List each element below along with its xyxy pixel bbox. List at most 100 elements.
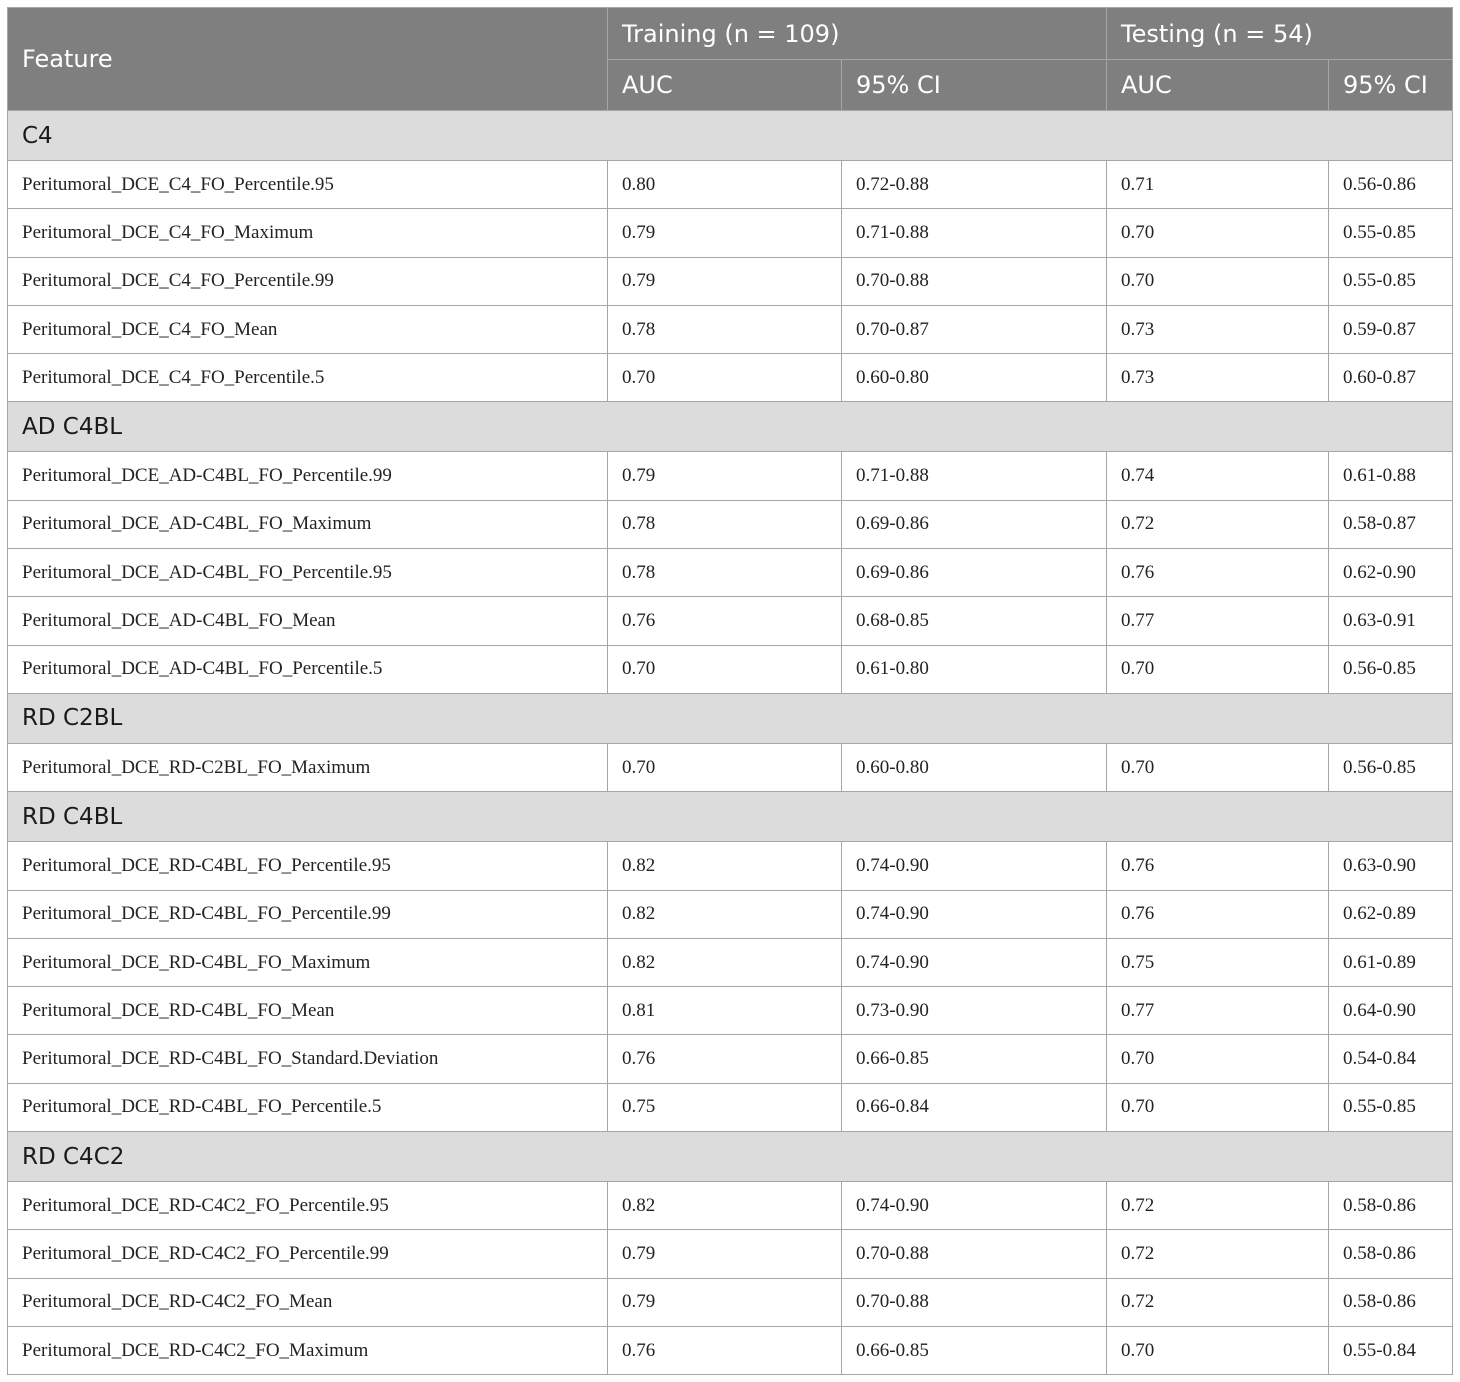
test-ci-cell: 0.55-0.85	[1328, 208, 1454, 258]
test-auc-cell: 0.72	[1106, 1277, 1330, 1327]
feature-cell: Peritumoral_DCE_RD-C4BL_FO_Percentile.99	[7, 889, 608, 939]
test-auc-cell: 0.77	[1106, 986, 1330, 1036]
test-auc-cell: 0.70	[1106, 1082, 1330, 1133]
test-auc-cell: 0.72	[1106, 1229, 1330, 1279]
test-auc-cell: 0.70	[1106, 256, 1330, 306]
header-training-ci: 95% CI	[840, 59, 1108, 111]
train-auc-cell: 0.70	[607, 353, 842, 403]
group-label: RD C4BL	[6, 791, 1454, 843]
train-auc-cell: 0.82	[607, 937, 842, 988]
test-auc-cell: 0.70	[1106, 742, 1330, 793]
table-row: Peritumoral_DCE_C4_FO_Percentile.95 0.80 0…	[7, 159, 1454, 210]
feature-cell: Peritumoral_DCE_AD-C4BL_FO_Percentile.5	[7, 644, 608, 694]
train-auc-cell: 0.79	[607, 1277, 842, 1327]
test-ci-cell: 0.56-0.85	[1328, 742, 1454, 793]
train-ci-cell: 0.70-0.88	[840, 1277, 1108, 1327]
test-ci-cell: 0.58-0.86	[1328, 1229, 1454, 1279]
test-auc-cell: 0.74	[1106, 451, 1330, 501]
header-testing-ci: 95% CI	[1328, 59, 1454, 111]
test-ci-cell: 0.62-0.89	[1328, 889, 1454, 939]
feature-cell: Peritumoral_DCE_RD-C4C2_FO_Percentile.95	[7, 1181, 608, 1231]
table-row: Peritumoral_DCE_RD-C4BL_FO_Percentile.95…	[7, 841, 1454, 891]
test-ci-cell: 0.54-0.84	[1328, 1034, 1454, 1084]
table-header: Feature Training (n = 109) Testing (n = …	[7, 7, 1454, 111]
table-row: Peritumoral_DCE_AD-C4BL_FO_Mean 0.76 0.68-…	[7, 596, 1454, 646]
feature-cell: Peritumoral_DCE_AD-C4BL_FO_Mean	[7, 596, 608, 646]
test-ci-cell: 0.58-0.86	[1328, 1277, 1454, 1327]
train-auc-cell: 0.79	[607, 1229, 842, 1279]
table-row: Peritumoral_DCE_AD-C4BL_FO_Percentile.95…	[7, 548, 1454, 598]
table-row: Peritumoral_DCE_C4_FO_Percentile.5 0.70 0.…	[7, 353, 1454, 403]
train-ci-cell: 0.72-0.88	[840, 159, 1108, 210]
group-label: AD C4BL	[6, 401, 1454, 453]
header-training-auc: AUC	[607, 59, 842, 111]
feature-cell: Peritumoral_DCE_RD-C4BL_FO_Maximum	[7, 937, 608, 988]
train-ci-cell: 0.74-0.90	[840, 1181, 1108, 1231]
group-header-row: RD C2BL	[6, 692, 1454, 744]
table-row: Peritumoral_DCE_RD-C4C2_FO_Percentile.99…	[7, 1229, 1454, 1279]
header-feature: Feature	[7, 7, 608, 111]
test-auc-cell: 0.76	[1106, 889, 1330, 939]
train-ci-cell: 0.60-0.80	[840, 742, 1108, 793]
feature-cell: Peritumoral_DCE_RD-C4C2_FO_Maximum	[7, 1325, 608, 1376]
train-auc-cell: 0.80	[607, 159, 842, 210]
train-auc-cell: 0.76	[607, 596, 842, 646]
table-row: Peritumoral_DCE_RD-C4BL_FO_Percentile.5 0…	[7, 1082, 1454, 1133]
group-header-row: RD C4C2	[6, 1131, 1454, 1183]
test-ci-cell: 0.61-0.89	[1328, 937, 1454, 988]
train-ci-cell: 0.69-0.86	[840, 548, 1108, 598]
test-ci-cell: 0.56-0.85	[1328, 644, 1454, 694]
feature-cell: Peritumoral_DCE_RD-C4C2_FO_Percentile.99	[7, 1229, 608, 1279]
auc-results-table: Feature Training (n = 109) Testing (n = …	[6, 7, 1454, 1376]
test-auc-cell: 0.72	[1106, 499, 1330, 550]
test-ci-cell: 0.63-0.91	[1328, 596, 1454, 646]
test-auc-cell: 0.70	[1106, 208, 1330, 258]
train-auc-cell: 0.70	[607, 644, 842, 694]
train-ci-cell: 0.74-0.90	[840, 841, 1108, 891]
feature-cell: Peritumoral_DCE_RD-C4BL_FO_Percentile.95	[7, 841, 608, 891]
train-ci-cell: 0.74-0.90	[840, 889, 1108, 939]
train-ci-cell: 0.70-0.87	[840, 304, 1108, 355]
train-auc-cell: 0.75	[607, 1082, 842, 1133]
header-row-top: Feature Training (n = 109) Testing (n = …	[7, 7, 1454, 111]
header-testing-auc: AUC	[1106, 59, 1330, 111]
feature-cell: Peritumoral_DCE_C4_FO_Maximum	[7, 208, 608, 258]
group-header-row: RD C4BL	[6, 791, 1454, 843]
train-auc-cell: 0.79	[607, 451, 842, 501]
train-auc-cell: 0.78	[607, 499, 842, 550]
test-auc-cell: 0.76	[1106, 841, 1330, 891]
train-auc-cell: 0.76	[607, 1325, 842, 1376]
train-auc-cell: 0.78	[607, 548, 842, 598]
table-row: Peritumoral_DCE_RD-C4C2_FO_Mean 0.79 0.70-…	[7, 1277, 1454, 1327]
test-auc-cell: 0.71	[1106, 159, 1330, 210]
feature-cell: Peritumoral_DCE_AD-C4BL_FO_Percentile.99	[7, 451, 608, 501]
feature-cell: Peritumoral_DCE_AD-C4BL_FO_Percentile.95	[7, 548, 608, 598]
test-ci-cell: 0.58-0.86	[1328, 1181, 1454, 1231]
train-ci-cell: 0.66-0.85	[840, 1325, 1108, 1376]
train-ci-cell: 0.60-0.80	[840, 353, 1108, 403]
test-auc-cell: 0.77	[1106, 596, 1330, 646]
test-ci-cell: 0.62-0.90	[1328, 548, 1454, 598]
table-row: Peritumoral_DCE_RD-C4BL_FO_Standard.Devi…	[7, 1034, 1454, 1084]
test-auc-cell: 0.70	[1106, 644, 1330, 694]
feature-cell: Peritumoral_DCE_C4_FO_Mean	[7, 304, 608, 355]
table-row: Peritumoral_DCE_AD-C4BL_FO_Percentile.5 0…	[7, 644, 1454, 694]
train-auc-cell: 0.76	[607, 1034, 842, 1084]
feature-cell: Peritumoral_DCE_RD-C4BL_FO_Mean	[7, 986, 608, 1036]
train-ci-cell: 0.66-0.85	[840, 1034, 1108, 1084]
test-ci-cell: 0.56-0.86	[1328, 159, 1454, 210]
table-body: C4 Peritumoral_DCE_C4_FO_Percentile.95 0.8…	[6, 110, 1454, 1376]
test-ci-cell: 0.55-0.84	[1328, 1325, 1454, 1376]
train-auc-cell: 0.82	[607, 889, 842, 939]
train-ci-cell: 0.70-0.88	[840, 1229, 1108, 1279]
train-auc-cell: 0.79	[607, 208, 842, 258]
group-label: C4	[6, 110, 1454, 161]
table-row: Peritumoral_DCE_C4_FO_Mean 0.78 0.70-0.87 0…	[7, 304, 1454, 355]
table-row: Peritumoral_DCE_RD-C4C2_FO_Maximum 0.76 0.…	[7, 1325, 1454, 1376]
table-row: Peritumoral_DCE_RD-C2BL_FO_Maximum 0.70 0.…	[7, 742, 1454, 793]
header-testing: Testing (n = 54)	[1106, 7, 1454, 60]
feature-cell: Peritumoral_DCE_C4_FO_Percentile.95	[7, 159, 608, 210]
train-ci-cell: 0.61-0.80	[840, 644, 1108, 694]
table-row: Peritumoral_DCE_RD-C4BL_FO_Maximum 0.82 0.…	[7, 937, 1454, 988]
feature-cell: Peritumoral_DCE_C4_FO_Percentile.99	[7, 256, 608, 306]
